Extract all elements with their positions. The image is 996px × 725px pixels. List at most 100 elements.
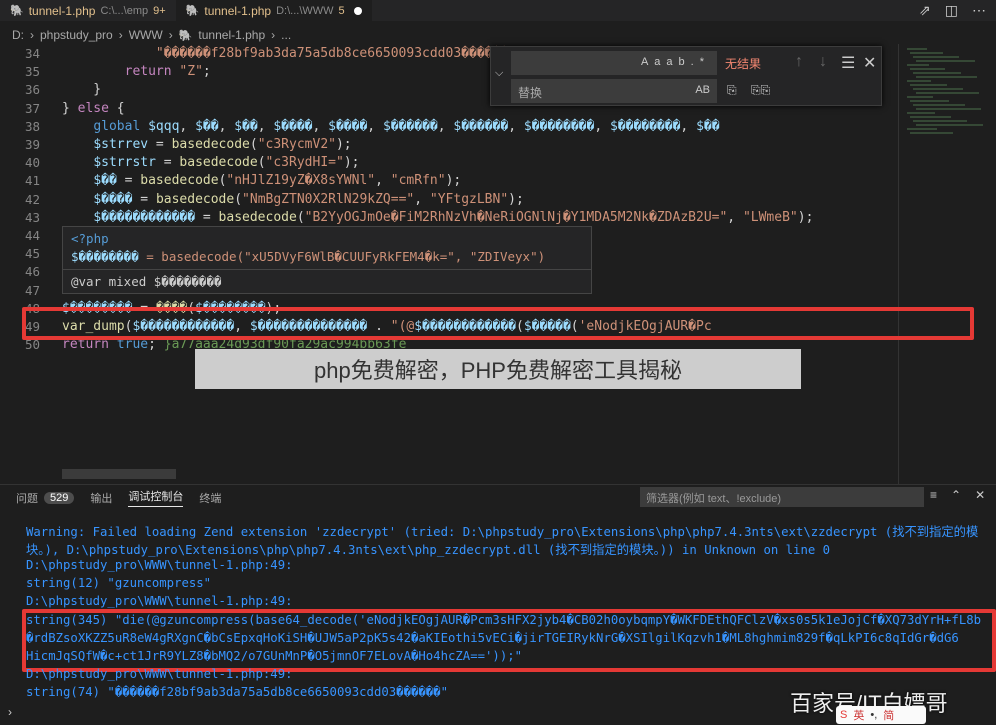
split-editor-icon[interactable]: ◫ xyxy=(945,2,958,19)
minimap-line xyxy=(913,104,965,106)
line-number: 40 xyxy=(24,155,40,171)
console-line: HicmJqSQfW�c+ct1JrR9YLZ8�bMQ2/o7GUnMnP�O… xyxy=(26,648,523,663)
minimap-line xyxy=(910,132,953,134)
breadcrumb-file[interactable]: tunnel-1.php xyxy=(198,28,265,42)
run-debug-icon[interactable]: ⇗ xyxy=(919,2,931,19)
php-file-icon: 🐘 xyxy=(185,5,200,17)
breadcrumb-folder[interactable]: phpstudy_pro xyxy=(40,28,113,42)
line-number: 44 xyxy=(24,228,40,243)
minimap-line xyxy=(910,116,951,118)
tab-problem-count: 9+ xyxy=(153,4,166,17)
minimap-line xyxy=(910,52,943,54)
code-line[interactable]: return "Z"; xyxy=(62,64,211,79)
highlight-box-code xyxy=(22,307,974,340)
code-line[interactable]: } else { xyxy=(62,101,125,116)
code-line[interactable]: $������������ = basedecode("B2YyOGJmOe�F… xyxy=(62,210,813,225)
line-number: 35 xyxy=(24,64,40,80)
minimap-line xyxy=(910,68,945,70)
code-line[interactable]: $strrstr = basedecode("c3RydHI="); xyxy=(62,155,359,170)
replace-all-icon[interactable]: ⎘⎘ xyxy=(751,83,770,98)
ime-language-toggle[interactable]: 英 xyxy=(853,707,864,723)
previous-match-icon[interactable]: ↑ xyxy=(795,53,803,71)
tab-problems[interactable]: 问题 529 xyxy=(16,490,75,506)
console-line: Warning: Failed loading Zend extension '… xyxy=(26,525,979,539)
minimap-line xyxy=(907,112,935,114)
minimap-line xyxy=(907,128,937,130)
code-line[interactable]: $���� = basedecode("NmBgZTN0X2RlN29kZQ==… xyxy=(62,192,524,207)
line-number: 41 xyxy=(24,173,40,189)
tab-debug-console[interactable]: 调试控制台 xyxy=(128,488,184,507)
console-line: �rdBZsoXKZZ5uR8eW4gRXgnC�bCsEpxqHoKiSH�U… xyxy=(26,630,959,645)
more-actions-icon[interactable]: ⋯ xyxy=(972,2,986,19)
tab-output[interactable]: 输出 xyxy=(90,490,112,506)
tab-problem-count: 5 xyxy=(338,4,345,17)
code-line[interactable]: $strrev = basedecode("c3RycmV2"); xyxy=(62,137,351,152)
clear-console-icon[interactable]: ≡ xyxy=(930,488,937,502)
replace-input-placeholder: 替换 xyxy=(518,86,543,100)
minimap-line xyxy=(907,80,931,82)
close-panel-icon[interactable]: ✕ xyxy=(975,488,985,502)
replace-input[interactable]: 替换 AB xyxy=(511,79,717,103)
ime-toolbar[interactable]: S 英 •, 简 xyxy=(836,706,926,724)
tab-path: D:\...\WWW xyxy=(276,4,334,17)
line-number: 38 xyxy=(24,118,40,134)
ime-punct-icon[interactable]: •, xyxy=(870,709,877,721)
problem-count-badge: 529 xyxy=(44,491,75,504)
minimap-line xyxy=(910,100,949,102)
php-file-icon: 🐘 xyxy=(178,29,193,42)
minimap-line xyxy=(913,56,959,58)
find-input[interactable]: Aaab.* xyxy=(511,51,717,75)
replace-icon[interactable]: ⎘ xyxy=(727,83,737,98)
console-filter-input[interactable]: 筛选器(例如 text、!exclude) xyxy=(640,487,924,507)
line-number: 34 xyxy=(24,46,40,61)
tab-actions: ⇗ ◫ ⋯ xyxy=(919,2,986,19)
match-word-icon[interactable]: ab xyxy=(666,56,690,68)
breadcrumb: D: › phpstudy_pro › WWW › 🐘 tunnel-1.php › .… xyxy=(12,28,292,42)
breadcrumb-folder[interactable]: WWW xyxy=(129,28,163,42)
find-in-selection-icon[interactable]: ☰ xyxy=(841,53,855,73)
minimap-line xyxy=(916,92,979,94)
php-file-icon: 🐘 xyxy=(10,5,24,17)
tab-label: 终端 xyxy=(199,492,222,505)
tab-label: 输出 xyxy=(90,492,113,505)
code-line[interactable]: "������f28bf9ab3da75a5db8ce6650093cdd03�… xyxy=(62,46,532,61)
unsaved-dot-icon[interactable] xyxy=(353,6,362,15)
line-number: 46 xyxy=(24,264,40,280)
tab-label: 调试控制台 xyxy=(128,491,184,503)
code-line[interactable]: global $qqq, $��, $��, $����, $����, $��… xyxy=(62,119,719,134)
code-line[interactable]: $�� = basedecode("nHJlZ19yZ�X8sYWNl", "c… xyxy=(62,173,461,188)
preserve-case-icon[interactable]: AB xyxy=(695,84,710,96)
minimap[interactable] xyxy=(898,44,996,484)
next-match-icon[interactable]: ↓ xyxy=(819,53,827,71)
hover-variable: $�������� xyxy=(71,249,139,264)
debug-console-output[interactable]: Warning: Failed loading Zend extension '… xyxy=(0,512,996,705)
tab-terminal[interactable]: 终端 xyxy=(199,490,221,506)
tab-label: tunnel-1.php xyxy=(204,3,272,18)
horizontal-scrollbar[interactable] xyxy=(62,469,176,479)
breadcrumb-drive[interactable]: D: xyxy=(12,28,24,42)
console-line: D:\phpstudy_pro\WWW\tunnel-1.php:49: xyxy=(26,666,293,681)
close-icon[interactable]: ✕ xyxy=(863,53,876,73)
find-result-count: 无结果 xyxy=(725,57,762,71)
line-number: 42 xyxy=(24,191,40,207)
tab-www-file[interactable]: 🐘 tunnel-1.php D:\...\WWW 5 xyxy=(175,0,372,21)
match-case-icon[interactable]: Aa xyxy=(641,56,666,68)
minimap-line xyxy=(916,124,983,126)
minimap-line xyxy=(916,76,977,78)
editor-tab-bar: 🐘 tunnel-1.php C:\...\emp 9+ 🐘 tunnel-1.… xyxy=(0,0,996,21)
regex-icon[interactable]: .* xyxy=(691,56,710,68)
breadcrumb-symbol[interactable]: ... xyxy=(281,28,291,42)
maximize-panel-icon[interactable]: ⌃ xyxy=(951,488,961,502)
tab-temp-file[interactable]: 🐘 tunnel-1.php C:\...\emp 9+ xyxy=(0,0,176,21)
toggle-replace-icon[interactable]: ⌵ xyxy=(495,67,503,80)
code-line[interactable]: } xyxy=(62,82,101,97)
line-number: 45 xyxy=(24,246,40,262)
minimap-line xyxy=(913,88,963,90)
line-number: 47 xyxy=(24,282,40,298)
minimap-line xyxy=(916,60,975,62)
console-line: string(12) "gzuncompress" xyxy=(26,576,212,591)
console-line: string(74) "������f28bf9ab3da75a5db8ce66… xyxy=(26,684,448,699)
line-number: 39 xyxy=(24,137,40,152)
minimap-line xyxy=(910,84,947,86)
ime-script-toggle[interactable]: 简 xyxy=(883,707,894,723)
